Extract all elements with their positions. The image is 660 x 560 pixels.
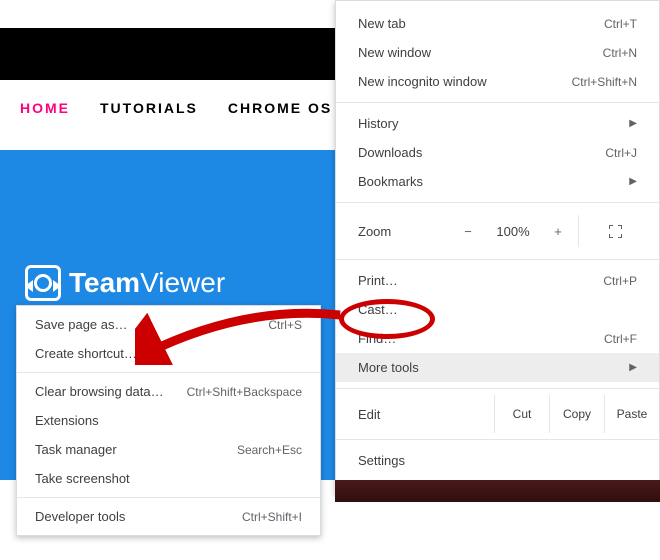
submenu-item-shortcut: Search+Esc — [237, 443, 302, 457]
menu-separator — [336, 102, 659, 103]
status-bar — [335, 480, 660, 502]
menu-zoom-row: Zoom − 100% + — [336, 209, 659, 253]
fullscreen-icon — [609, 225, 622, 238]
menu-item-label: History — [358, 116, 398, 131]
edit-copy-button[interactable]: Copy — [549, 395, 604, 433]
submenu-item-shortcut: Ctrl+Shift+Backspace — [187, 385, 302, 399]
submenu-save-page[interactable]: Save page as… Ctrl+S — [17, 310, 320, 339]
edit-label: Edit — [358, 407, 494, 422]
menu-item-label: New window — [358, 45, 431, 60]
nav-home[interactable]: HOME — [20, 100, 70, 116]
menu-item-shortcut: Ctrl+P — [603, 274, 637, 288]
nav-tutorials[interactable]: TUTORIALS — [100, 100, 198, 116]
header-black-bar — [0, 28, 340, 80]
menu-item-label: New incognito window — [358, 74, 487, 89]
edit-cut-button[interactable]: Cut — [494, 395, 549, 433]
menu-new-tab[interactable]: New tab Ctrl+T — [336, 9, 659, 38]
teamviewer-icon — [25, 265, 61, 301]
menu-edit-row: Edit Cut Copy Paste — [336, 395, 659, 433]
fullscreen-button[interactable] — [578, 215, 651, 247]
zoom-in-button[interactable]: + — [538, 218, 578, 245]
submenu-create-shortcut[interactable]: Create shortcut… — [17, 339, 320, 368]
menu-more-tools[interactable]: More tools ▶ — [336, 353, 659, 382]
logo-text-bold: Team — [69, 267, 140, 298]
submenu-take-screenshot[interactable]: Take screenshot — [17, 464, 320, 493]
menu-item-label: Find… — [358, 331, 396, 346]
menu-item-shortcut: Ctrl+N — [603, 46, 637, 60]
submenu-developer-tools[interactable]: Developer tools Ctrl+Shift+I — [17, 502, 320, 531]
menu-separator — [336, 439, 659, 440]
chevron-right-icon: ▶ — [629, 176, 637, 187]
submenu-item-label: Extensions — [35, 413, 99, 428]
submenu-item-label: Create shortcut… — [35, 346, 137, 361]
submenu-item-label: Clear browsing data… — [35, 384, 164, 399]
menu-item-label: Print… — [358, 273, 398, 288]
submenu-item-label: Task manager — [35, 442, 117, 457]
submenu-item-shortcut: Ctrl+Shift+I — [242, 510, 302, 524]
more-tools-submenu: Save page as… Ctrl+S Create shortcut… Cl… — [16, 305, 321, 536]
menu-item-label: More tools — [358, 360, 419, 375]
menu-find[interactable]: Find… Ctrl+F — [336, 324, 659, 353]
zoom-value: 100% — [488, 224, 538, 239]
submenu-task-manager[interactable]: Task manager Search+Esc — [17, 435, 320, 464]
edit-paste-button[interactable]: Paste — [604, 395, 659, 433]
menu-print[interactable]: Print… Ctrl+P — [336, 266, 659, 295]
submenu-separator — [17, 372, 320, 373]
submenu-item-shortcut: Ctrl+S — [268, 318, 302, 332]
site-nav: HOME TUTORIALS CHROME OS — [20, 100, 332, 116]
menu-separator — [336, 202, 659, 203]
menu-cast[interactable]: Cast… — [336, 295, 659, 324]
submenu-item-label: Developer tools — [35, 509, 125, 524]
menu-bookmarks[interactable]: Bookmarks ▶ — [336, 167, 659, 196]
chevron-right-icon: ▶ — [629, 118, 637, 129]
chevron-right-icon: ▶ — [629, 362, 637, 373]
zoom-out-button[interactable]: − — [448, 218, 488, 245]
menu-item-label: Cast… — [358, 302, 398, 317]
submenu-separator — [17, 497, 320, 498]
menu-history[interactable]: History ▶ — [336, 109, 659, 138]
teamviewer-logo: TeamViewer — [25, 265, 225, 301]
menu-item-label: New tab — [358, 16, 406, 31]
menu-item-shortcut: Ctrl+J — [605, 146, 637, 160]
menu-item-shortcut: Ctrl+T — [604, 17, 637, 31]
menu-new-incognito[interactable]: New incognito window Ctrl+Shift+N — [336, 67, 659, 96]
zoom-label: Zoom — [358, 224, 448, 239]
submenu-item-label: Take screenshot — [35, 471, 130, 486]
menu-settings[interactable]: Settings — [336, 446, 659, 475]
logo-text-light: Viewer — [140, 267, 225, 298]
submenu-extensions[interactable]: Extensions — [17, 406, 320, 435]
menu-separator — [336, 388, 659, 389]
menu-item-shortcut: Ctrl+F — [604, 332, 637, 346]
nav-chromeos[interactable]: CHROME OS — [228, 100, 332, 116]
menu-downloads[interactable]: Downloads Ctrl+J — [336, 138, 659, 167]
menu-item-label: Bookmarks — [358, 174, 423, 189]
submenu-item-label: Save page as… — [35, 317, 128, 332]
menu-separator — [336, 259, 659, 260]
submenu-clear-data[interactable]: Clear browsing data… Ctrl+Shift+Backspac… — [17, 377, 320, 406]
menu-new-window[interactable]: New window Ctrl+N — [336, 38, 659, 67]
menu-item-label: Downloads — [358, 145, 422, 160]
menu-item-shortcut: Ctrl+Shift+N — [572, 75, 637, 89]
menu-item-label: Settings — [358, 453, 405, 468]
chrome-main-menu: New tab Ctrl+T New window Ctrl+N New inc… — [335, 0, 660, 495]
